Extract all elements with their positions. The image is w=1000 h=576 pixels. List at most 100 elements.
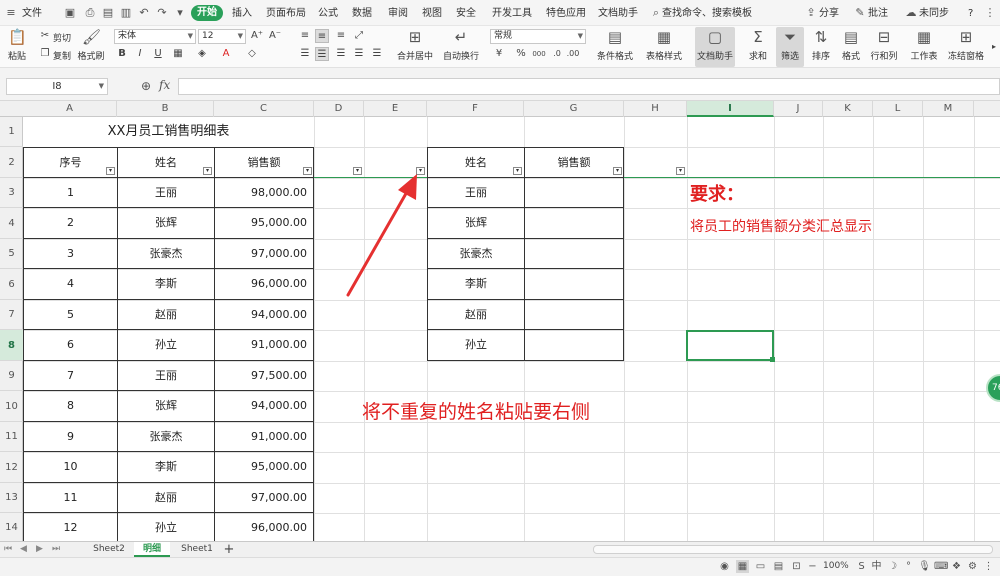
- tab-home[interactable]: 开始: [191, 5, 223, 21]
- insert-function-icon[interactable]: fx: [159, 78, 170, 92]
- column-header-g[interactable]: G: [524, 101, 624, 117]
- tab-formulas[interactable]: 公式: [318, 6, 338, 21]
- cell-seq[interactable]: 2: [23, 207, 118, 239]
- tab-security[interactable]: 安全: [456, 6, 476, 21]
- cell-seq[interactable]: 5: [23, 299, 118, 330]
- cell-name[interactable]: 孙立: [117, 512, 215, 542]
- row-header-12[interactable]: 12: [0, 452, 23, 483]
- sheet-tab-sheet2[interactable]: Sheet2: [86, 542, 132, 557]
- selected-cell[interactable]: [686, 330, 774, 361]
- copy-button[interactable]: 复制: [53, 49, 71, 62]
- row-header-14[interactable]: 14: [0, 513, 23, 542]
- column-header-i[interactable]: I: [687, 101, 774, 117]
- cell-name[interactable]: 李斯: [117, 268, 215, 300]
- sheet-tab-detail[interactable]: 明细: [134, 542, 170, 557]
- summary-sales-cell[interactable]: [524, 268, 624, 300]
- tab-view[interactable]: 视图: [422, 6, 442, 21]
- distribute-icon[interactable]: ☰: [370, 47, 384, 61]
- row-col-button[interactable]: ⊟ 行和列: [868, 27, 900, 67]
- normal-view-icon[interactable]: ▦: [736, 560, 749, 573]
- summary-sales-cell[interactable]: [524, 207, 624, 239]
- row-header-11[interactable]: 11: [0, 422, 23, 452]
- menu-file[interactable]: 文件: [22, 6, 42, 21]
- eye-protection-icon[interactable]: ◉: [718, 560, 731, 573]
- zoom-out-icon[interactable]: −: [806, 560, 819, 573]
- cell-name[interactable]: 孙立: [117, 329, 215, 361]
- more-icon[interactable]: ⋮: [984, 7, 996, 19]
- sheet-title[interactable]: XX月员工销售明细表: [23, 117, 314, 147]
- cell-sales[interactable]: 97,000.00: [214, 482, 314, 513]
- decrease-decimal-icon[interactable]: .00: [566, 47, 580, 61]
- last-sheet-icon[interactable]: ⏭: [52, 544, 60, 554]
- column-header-c[interactable]: C: [214, 101, 314, 117]
- print-icon[interactable]: ⎙: [84, 7, 96, 19]
- summary-name-cell[interactable]: 孙立: [427, 329, 525, 361]
- align-top-icon[interactable]: ≡: [298, 29, 312, 43]
- summary-sales-cell[interactable]: [524, 177, 624, 208]
- format-button[interactable]: ▤ 格式: [838, 27, 864, 67]
- summary-sales-cell[interactable]: [524, 238, 624, 269]
- cell-sales[interactable]: 96,000.00: [214, 512, 314, 542]
- column-header-f[interactable]: F: [427, 101, 524, 117]
- cell-seq[interactable]: 3: [23, 238, 118, 269]
- thousands-icon[interactable]: 000: [532, 47, 546, 61]
- align-middle-icon[interactable]: ≡: [315, 29, 329, 43]
- row-header-4[interactable]: 4: [0, 208, 23, 239]
- currency-icon[interactable]: ¥: [492, 47, 506, 61]
- tab-data[interactable]: 数据: [352, 6, 372, 21]
- prev-sheet-icon[interactable]: ◀: [20, 544, 27, 554]
- row-header-2[interactable]: 2: [0, 147, 23, 178]
- comment-button[interactable]: 批注: [868, 6, 888, 21]
- column-header-j[interactable]: J: [774, 101, 823, 117]
- tab-review[interactable]: 审阅: [388, 6, 408, 21]
- format-painter-button[interactable]: 🖌 格式刷: [76, 27, 106, 67]
- filter-dropdown-icon[interactable]: ▾: [303, 167, 312, 175]
- formula-input[interactable]: [178, 78, 1000, 95]
- next-sheet-icon[interactable]: ▶: [36, 544, 43, 554]
- align-bottom-icon[interactable]: ≡: [334, 29, 348, 43]
- summary-sales-cell[interactable]: [524, 299, 624, 330]
- summary-name-cell[interactable]: 张辉: [427, 207, 525, 239]
- cell-seq[interactable]: 1: [23, 177, 118, 208]
- align-center-icon[interactable]: ☰: [315, 47, 329, 61]
- summary-header-sales[interactable]: 销售额: [524, 147, 624, 178]
- row-header-9[interactable]: 9: [0, 361, 23, 391]
- cell-name[interactable]: 张辉: [117, 390, 215, 422]
- cut-button[interactable]: 剪切: [53, 31, 71, 44]
- conditional-format-button[interactable]: ▤ 条件格式: [595, 27, 635, 67]
- increase-font-icon[interactable]: A⁺: [250, 29, 264, 43]
- column-header-h[interactable]: H: [624, 101, 687, 117]
- number-format-select[interactable]: 常规 ▼: [490, 29, 586, 44]
- underline-icon[interactable]: U: [151, 47, 165, 61]
- zoom-formula-icon[interactable]: ⊕: [141, 79, 151, 93]
- menu-icon[interactable]: ≡: [5, 7, 17, 19]
- row-header-6[interactable]: 6: [0, 269, 23, 300]
- column-header-a[interactable]: A: [23, 101, 117, 117]
- font-name-select[interactable]: 宋体 ▼: [114, 29, 196, 44]
- justify-icon[interactable]: ☰: [352, 47, 366, 61]
- cell-sales[interactable]: 95,000.00: [214, 451, 314, 483]
- tab-doc-assistant[interactable]: 文档助手: [598, 6, 638, 21]
- zoom-level[interactable]: 100%: [823, 561, 849, 571]
- summary-header-name[interactable]: 姓名: [427, 147, 525, 178]
- italic-icon[interactable]: I: [133, 47, 147, 61]
- row-header-5[interactable]: 5: [0, 239, 23, 269]
- row-header-1[interactable]: 1: [0, 117, 23, 147]
- merge-center-button[interactable]: ⊞ 合并居中: [393, 27, 437, 67]
- cell-seq[interactable]: 4: [23, 268, 118, 300]
- border-icon[interactable]: ▦: [171, 47, 185, 61]
- export-pdf-icon[interactable]: ▤: [102, 7, 114, 19]
- orientation-icon[interactable]: ⤢: [352, 29, 366, 43]
- cell-name[interactable]: 张辉: [117, 207, 215, 239]
- doc-assistant-button[interactable]: ▢ 文档助手: [695, 27, 735, 67]
- header-seq[interactable]: 序号: [23, 147, 118, 178]
- tab-special-apps[interactable]: 特色应用: [546, 6, 586, 21]
- page-break-view-icon[interactable]: ▤: [772, 560, 785, 573]
- summary-name-cell[interactable]: 李斯: [427, 268, 525, 300]
- filter-dropdown-icon[interactable]: ▾: [203, 167, 212, 175]
- header-name[interactable]: 姓名: [117, 147, 215, 178]
- column-header-l[interactable]: L: [873, 101, 923, 117]
- cell-sales[interactable]: 91,000.00: [214, 329, 314, 361]
- cell-name[interactable]: 王丽: [117, 360, 215, 391]
- ribbon-scroll-right-icon[interactable]: ▸: [987, 40, 1000, 54]
